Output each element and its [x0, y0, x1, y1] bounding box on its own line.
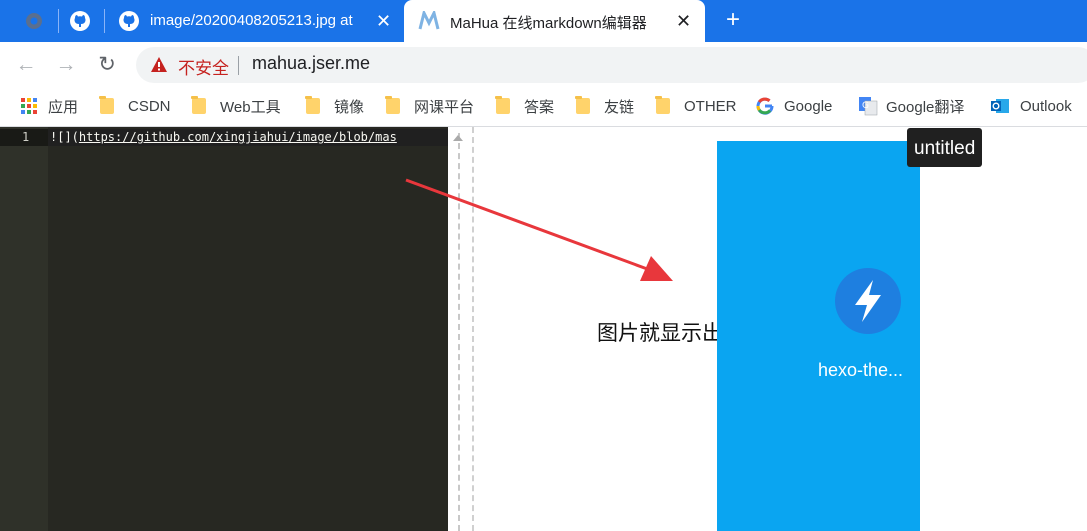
line-gutter — [0, 127, 48, 531]
new-tab-button[interactable]: + — [719, 6, 747, 34]
pinned-tab[interactable] — [22, 0, 46, 42]
folder-icon — [385, 96, 400, 114]
bookmark-label: 应用 — [48, 98, 79, 116]
back-button[interactable]: ← — [12, 51, 40, 79]
embedded-screenshot: hexo-the... png</String><String id="2020… — [717, 141, 920, 531]
bookmark-other[interactable]: OTHER — [655, 88, 737, 124]
bookmark-label: Web工具 — [220, 98, 281, 116]
omnibox-divider — [238, 56, 239, 75]
github-icon — [70, 11, 90, 31]
editor-scrollbar[interactable] — [448, 127, 480, 531]
bookmark-label: 镜像 — [334, 98, 365, 116]
bookmark-label: 友链 — [604, 98, 635, 116]
code-line[interactable]: ![](https://github.com/xingjiahui/image/… — [50, 130, 448, 144]
bookmark-label: Google — [784, 97, 833, 115]
app-icon — [835, 268, 901, 334]
bookmarks-bar: 应用 CSDN Web工具 镜像 网课平台 答案 友链 OTHER Google — [0, 88, 1087, 127]
mahua-logo-icon — [418, 11, 440, 30]
bookmark-apps[interactable]: 应用 — [20, 88, 78, 124]
bookmark-label: OTHER — [684, 97, 737, 115]
scrollbar-track — [458, 133, 460, 531]
bookmark-label: 网课平台 — [414, 98, 475, 116]
folder-icon — [495, 96, 510, 114]
bookmark-friend-links[interactable]: 友链 — [575, 88, 635, 124]
google-translate-icon: G — [859, 97, 878, 116]
tab-title: MaHua 在线markdown编辑器 — [450, 15, 647, 32]
tab-strip: image/20200408205213.jpg at ✕ MaHua 在线ma… — [0, 0, 1087, 42]
github-icon — [119, 11, 139, 31]
bookmark-google[interactable]: Google — [756, 88, 832, 124]
folder-icon — [191, 96, 206, 114]
markdown-editor[interactable]: 1 ![](https://github.com/xingjiahui/imag… — [0, 127, 448, 531]
bookmark-outlook[interactable]: Outlook — [990, 88, 1072, 124]
tab-github-image[interactable]: image/20200408205213.jpg at ✕ — [108, 0, 403, 42]
markdown-preview: 图片就显示出来了 hexo-the... png</String><String… — [480, 127, 1087, 531]
bookmark-csdn[interactable]: CSDN — [99, 88, 171, 124]
forward-button[interactable]: → — [52, 51, 80, 79]
bookmark-web-tools[interactable]: Web工具 — [191, 88, 281, 124]
line-number: 1 — [22, 130, 30, 144]
tab-separator — [58, 9, 59, 33]
folder-icon — [575, 96, 590, 114]
tooltip: untitled — [907, 128, 983, 167]
bookmark-mirrors[interactable]: 镜像 — [305, 88, 365, 124]
folder-icon — [305, 96, 320, 114]
svg-text:G: G — [862, 101, 869, 111]
bookmark-label: CSDN — [128, 97, 171, 115]
apps-grid-icon — [21, 98, 37, 114]
browser-toolbar: ← → ↻ 不安全 mahua.jser.me — [0, 42, 1087, 88]
bookmark-online-courses[interactable]: 网课平台 — [385, 88, 475, 124]
warning-icon[interactable] — [150, 56, 168, 74]
tab-close-button[interactable]: ✕ — [376, 12, 391, 30]
reload-button[interactable]: ↻ — [93, 51, 121, 79]
bookmark-label: Outlook — [1020, 97, 1072, 115]
pinned-tab-github[interactable] — [68, 0, 92, 42]
code-link[interactable]: https://github.com/xingjiahui/image/blob… — [79, 130, 397, 144]
code-prefix: ![]( — [50, 130, 79, 144]
folder-icon — [99, 96, 114, 114]
tab-close-button[interactable]: ✕ — [676, 12, 691, 30]
outlook-icon — [991, 99, 1009, 113]
address-bar[interactable]: 不安全 mahua.jser.me — [136, 47, 1087, 83]
tab-title: image/20200408205213.jpg at — [150, 12, 353, 29]
google-icon — [756, 97, 774, 115]
lightning-icon — [855, 280, 881, 322]
scroll-up-arrow-icon[interactable] — [453, 135, 463, 141]
security-status[interactable]: 不安全 — [178, 54, 229, 79]
chrome-icon — [26, 13, 42, 29]
bookmark-label: Google翻译 — [886, 98, 965, 116]
tab-mahua-active[interactable]: MaHua 在线markdown编辑器 ✕ — [404, 0, 705, 42]
pane-divider[interactable] — [472, 127, 474, 531]
bookmark-answers[interactable]: 答案 — [495, 88, 555, 124]
url-text[interactable]: mahua.jser.me — [252, 53, 370, 74]
bookmark-google-translate[interactable]: G Google翻译 — [858, 88, 964, 124]
bookmark-label: 答案 — [524, 98, 555, 116]
app-label: hexo-the... — [818, 360, 904, 380]
tab-separator — [104, 9, 105, 33]
folder-icon — [655, 96, 670, 114]
